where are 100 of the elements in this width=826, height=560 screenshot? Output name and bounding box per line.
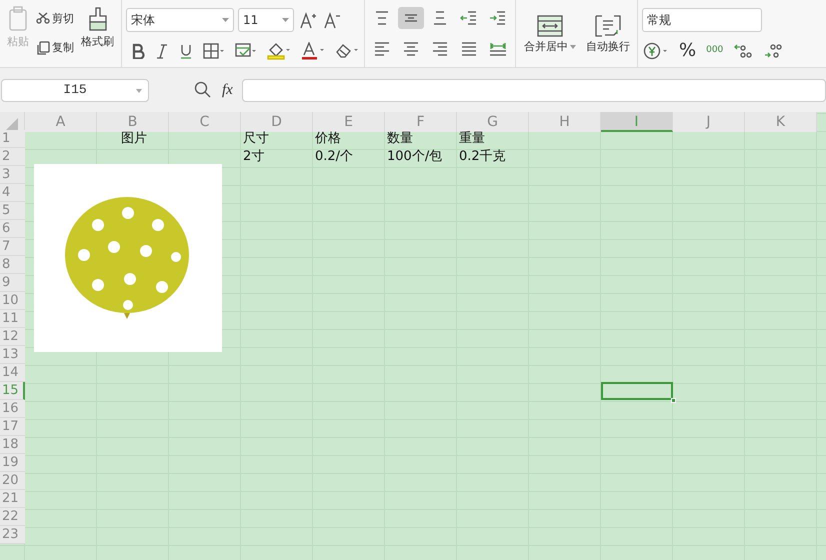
font-fill-button[interactable] xyxy=(234,42,258,58)
column-header[interactable]: E xyxy=(313,112,385,132)
column-header[interactable]: A xyxy=(25,112,97,132)
cut-button[interactable]: 剪切 xyxy=(35,12,75,24)
row-header[interactable]: 13 xyxy=(0,346,25,364)
font-color-button[interactable] xyxy=(300,42,326,60)
column-header[interactable]: B xyxy=(97,112,169,132)
number-format-dropdown[interactable]: 常规 xyxy=(642,8,762,32)
row-header[interactable]: 11 xyxy=(0,310,25,328)
thousands-button[interactable]: 000 xyxy=(705,46,724,55)
table-cell-text: 尺寸 xyxy=(242,130,270,148)
caret-icon xyxy=(222,18,229,22)
row-header[interactable]: 9 xyxy=(0,274,25,292)
italic-icon xyxy=(155,42,169,58)
row-header[interactable]: 5 xyxy=(0,202,25,220)
indent-icon xyxy=(489,9,507,27)
row-header[interactable]: 14 xyxy=(0,364,25,382)
row-header[interactable]: 7 xyxy=(0,238,25,256)
copy-button[interactable]: 复制 xyxy=(35,40,75,55)
font-bold-button[interactable] xyxy=(130,42,146,58)
row-header[interactable]: 23 xyxy=(0,526,25,544)
column-header[interactable]: C xyxy=(169,112,241,132)
row-header[interactable]: 8 xyxy=(0,256,25,274)
column-header[interactable]: G xyxy=(457,112,529,132)
bold-icon xyxy=(131,42,145,58)
fill-handle[interactable] xyxy=(671,398,676,403)
row-header[interactable]: 19 xyxy=(0,454,25,472)
table-cell-text: 价格 xyxy=(314,130,342,148)
borders-icon xyxy=(203,42,225,58)
font-shrink-button[interactable] xyxy=(322,10,342,28)
wrap-text-icon xyxy=(595,15,621,37)
justify-icon xyxy=(460,40,478,58)
column-header[interactable]: J xyxy=(673,112,745,132)
cell-fill-icon xyxy=(235,42,257,58)
merge-cells-icon xyxy=(537,15,563,37)
wrap-text-button[interactable]: 自动换行 xyxy=(583,13,633,54)
paint-bucket-icon xyxy=(267,42,291,60)
outdent-icon xyxy=(460,9,478,27)
caret-icon xyxy=(570,44,576,48)
align-left-icon xyxy=(373,40,391,58)
yen-circle-icon xyxy=(643,42,669,60)
alignment-button[interactable] xyxy=(398,7,424,29)
table-cell-text: 100个/包 xyxy=(386,148,444,166)
magnifier-icon xyxy=(194,81,212,99)
clipboard-icon xyxy=(7,6,29,32)
font-grow-button[interactable] xyxy=(298,10,318,28)
font-color-icon xyxy=(301,42,325,60)
row-header[interactable]: 1 xyxy=(0,130,25,148)
row-header[interactable]: 3 xyxy=(0,166,25,184)
corner-triangle-icon xyxy=(6,118,18,130)
font-highlight-button[interactable] xyxy=(266,42,292,60)
column-header[interactable]: K xyxy=(745,112,817,132)
font-underline-button[interactable] xyxy=(178,42,194,58)
table-cell-text: 2寸 xyxy=(242,148,266,166)
active-cell[interactable] xyxy=(601,382,673,400)
align-bottom-icon xyxy=(431,9,449,27)
row-header[interactable]: 6 xyxy=(0,220,25,238)
row-header[interactable]: 2 xyxy=(0,148,25,166)
row-header[interactable]: 16 xyxy=(0,400,25,418)
font-shrink-icon xyxy=(323,10,341,28)
insert-function-button[interactable]: fx xyxy=(221,82,234,98)
font-grow-icon xyxy=(299,10,317,28)
font-clear-button[interactable] xyxy=(334,42,360,60)
name-box[interactable]: I15 xyxy=(1,78,149,102)
formula-input[interactable] xyxy=(242,78,826,102)
column-header[interactable]: I xyxy=(601,112,673,132)
table-cell-text: 重量 xyxy=(458,130,486,148)
decrease-decimal-icon xyxy=(763,42,784,60)
row-header[interactable]: 10 xyxy=(0,292,25,310)
merge-center-button[interactable]: 合并居中 xyxy=(520,15,580,52)
row-header[interactable]: 15 xyxy=(0,382,25,400)
currency-button[interactable] xyxy=(642,42,670,60)
row-header[interactable]: 22 xyxy=(0,508,25,526)
column-header[interactable]: D xyxy=(241,112,313,132)
column-header[interactable]: H xyxy=(529,112,601,132)
row-header[interactable]: 17 xyxy=(0,418,25,436)
font-border-button[interactable] xyxy=(202,42,226,58)
font-italic-button[interactable] xyxy=(154,42,170,58)
font-size-dropdown[interactable]: 11 xyxy=(238,8,294,32)
percent-button[interactable]: % xyxy=(678,42,698,60)
increase-decimal-icon xyxy=(733,42,754,60)
row-header[interactable]: 21 xyxy=(0,490,25,508)
row-header[interactable]: 12 xyxy=(0,328,25,346)
increase-decimal-button[interactable] xyxy=(732,42,754,60)
row-header[interactable]: 4 xyxy=(0,184,25,202)
align-center-icon xyxy=(402,40,420,58)
row-header[interactable]: 18 xyxy=(0,436,25,454)
decrease-decimal-button[interactable] xyxy=(762,42,784,60)
format-painter-button[interactable]: 格式刷 xyxy=(78,4,117,63)
row-header[interactable]: 20 xyxy=(0,472,25,490)
underline-icon xyxy=(179,42,193,58)
table-cell-text: 0.2/个 xyxy=(314,148,354,166)
copy-icon xyxy=(36,40,50,55)
zoom-button[interactable] xyxy=(193,81,213,99)
column-header[interactable]: F xyxy=(385,112,457,132)
table-cell-text: 数量 xyxy=(386,130,414,148)
caret-icon xyxy=(136,88,142,92)
table-cell-text: 图片 xyxy=(120,130,148,148)
font-name-dropdown[interactable]: 宋体 xyxy=(126,8,234,32)
paintbrush-icon xyxy=(86,6,108,32)
